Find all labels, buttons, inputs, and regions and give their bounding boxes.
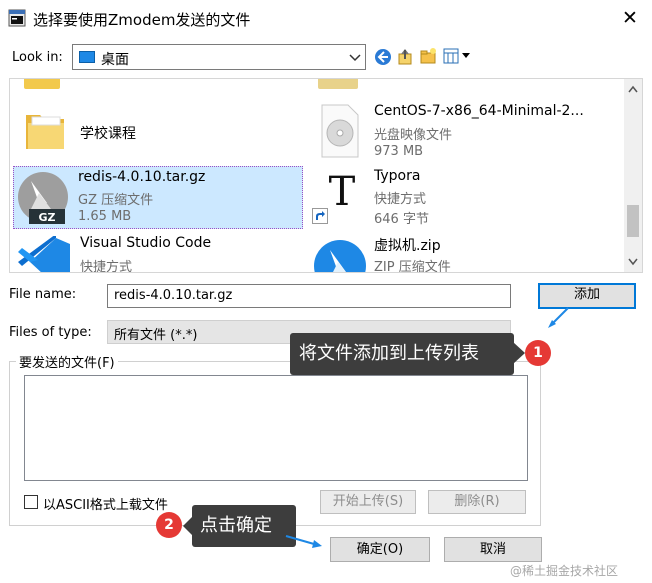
vscode-icon: [18, 236, 70, 272]
partial-folder-top: [24, 79, 60, 89]
file-type: 快捷方式: [80, 260, 133, 273]
terminal-app-icon: [8, 9, 26, 27]
file-name-value: redis-4.0.10.tar.gz: [114, 288, 233, 303]
list-item[interactable]: Visual Studio Code 快捷方式: [14, 232, 304, 273]
scrollbar-thumb[interactable]: [627, 205, 639, 237]
file-type: ZIP 压缩文件: [374, 260, 451, 273]
gz-archive-icon: GZ: [18, 172, 68, 224]
file-name: 虚拟机.zip: [374, 238, 441, 254]
list-item[interactable]: 学校课程: [14, 101, 304, 161]
delete-button[interactable]: 删除(R): [428, 490, 526, 514]
files-of-type-label: Files of type:: [9, 325, 92, 340]
file-name: redis-4.0.10.tar.gz: [78, 169, 206, 185]
chevron-down-icon: [349, 54, 361, 62]
chevron-up-icon[interactable]: [628, 85, 638, 93]
look-in-value: 桌面: [101, 52, 129, 68]
files-of-type-value: 所有文件 (*.*): [114, 328, 198, 343]
file-size: 646 字节: [374, 212, 429, 227]
file-name: Visual Studio Code: [80, 235, 212, 251]
list-item[interactable]: 虚拟机.zip ZIP 压缩文件: [310, 232, 610, 273]
cancel-button[interactable]: 取消: [444, 537, 542, 562]
file-name: Typora: [374, 168, 421, 184]
desktop-icon: [79, 51, 95, 63]
svg-text:GZ: GZ: [38, 211, 55, 224]
zip-archive-icon: [314, 240, 366, 272]
look-in-dropdown[interactable]: 桌面: [72, 44, 366, 70]
step-badge-2: 2: [156, 512, 182, 538]
annotation-arrow-2: [285, 535, 322, 548]
file-size: 1.65 MB: [78, 209, 132, 224]
file-type: GZ 压缩文件: [78, 193, 154, 208]
look-in-label: Look in:: [12, 50, 63, 65]
file-type: 光盘映像文件: [374, 128, 453, 143]
shortcut-arrow-icon: [312, 208, 328, 224]
annotation-callout-1: 将文件添加到上传列表: [290, 333, 514, 375]
send-files-group-label: 要发送的文件(F): [16, 352, 118, 371]
up-folder-icon[interactable]: [396, 47, 414, 65]
back-icon[interactable]: [374, 48, 392, 66]
file-name: 学校课程: [80, 126, 136, 142]
title-bar: 选择要使用Zmodem发送的文件 ✕: [0, 0, 652, 38]
ascii-checkbox[interactable]: [24, 495, 38, 509]
annotation-arrow-1: [548, 307, 569, 328]
list-item[interactable]: CentOS-7-x86_64-Minimal-2... 光盘映像文件 973 …: [310, 101, 610, 163]
ascii-checkbox-label: 以ASCII格式上载文件: [43, 498, 168, 513]
watermark: @稀土掘金技术社区: [510, 564, 619, 578]
partial-icon-top: [318, 79, 358, 89]
ok-button[interactable]: 确定(O): [330, 537, 430, 562]
file-list-view[interactable]: 学校课程 CentOS-7-x86_64-Minimal-2... 光盘映像文件…: [9, 78, 643, 273]
send-files-list[interactable]: [24, 375, 528, 481]
typora-icon: T: [312, 170, 364, 224]
step-badge-1: 1: [525, 340, 551, 366]
close-icon[interactable]: ✕: [622, 7, 638, 29]
file-name-label: File name:: [9, 287, 77, 302]
view-menu-icon[interactable]: [443, 48, 473, 64]
new-folder-icon[interactable]: [419, 47, 437, 65]
start-upload-button[interactable]: 开始上传(S): [320, 490, 416, 514]
list-item[interactable]: T Typora 快捷方式 646 字节: [310, 166, 610, 229]
file-name-input[interactable]: redis-4.0.10.tar.gz: [107, 284, 511, 308]
vertical-scrollbar[interactable]: [624, 79, 642, 272]
disc-image-icon: [321, 104, 359, 158]
annotation-callout-2: 点击确定: [192, 505, 296, 547]
folder-icon: [26, 115, 64, 149]
window-title: 选择要使用Zmodem发送的文件: [33, 11, 251, 29]
file-type: 快捷方式: [374, 192, 427, 207]
file-name: CentOS-7-x86_64-Minimal-2...: [374, 103, 584, 119]
chevron-down-icon[interactable]: [628, 258, 638, 266]
file-size: 973 MB: [374, 144, 424, 159]
list-item-selected[interactable]: GZ redis-4.0.10.tar.gz GZ 压缩文件 1.65 MB: [13, 166, 303, 229]
callout-pointer-1: [513, 342, 525, 364]
